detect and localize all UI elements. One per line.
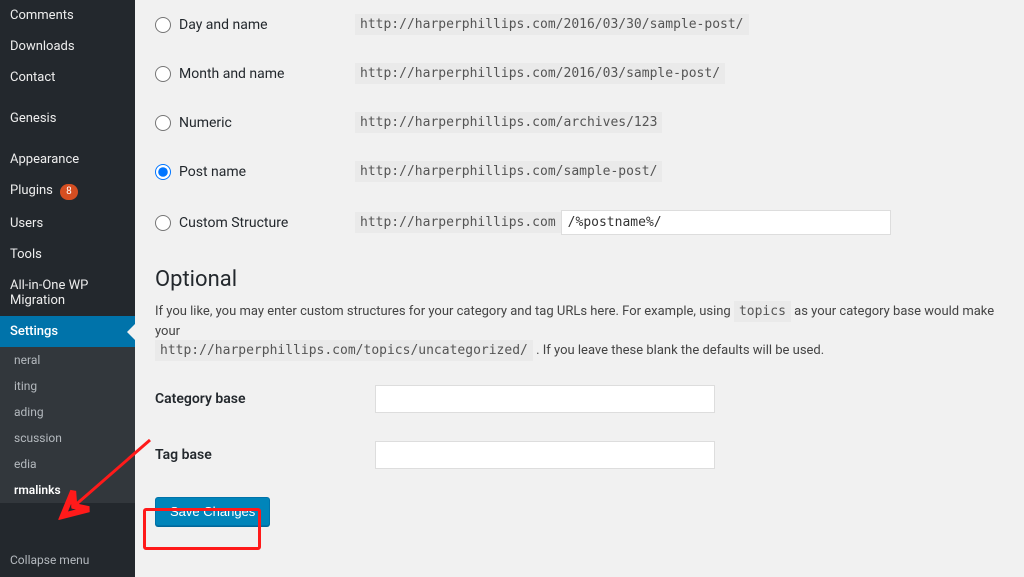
permalink-example: http://harperphillips.com/archives/123: [355, 112, 662, 133]
radio-input-day-and-name[interactable]: [155, 17, 171, 33]
collapse-menu[interactable]: Collapse menu: [0, 543, 135, 577]
optional-description: If you like, you may enter custom struct…: [155, 302, 1004, 361]
sidebar-item-settings[interactable]: Settings: [0, 316, 135, 347]
sidebar-item-appearance[interactable]: Appearance: [0, 144, 135, 175]
sidebar-item-contact[interactable]: Contact: [0, 62, 135, 93]
radio-label-text: Day and name: [179, 17, 268, 33]
radio-label-text: Post name: [179, 164, 246, 180]
sidebar-sub-general[interactable]: neral: [0, 347, 135, 373]
tag-base-label: Tag base: [155, 447, 375, 463]
category-base-label: Category base: [155, 391, 375, 407]
radio-post-name[interactable]: Post name: [155, 164, 355, 180]
sidebar-sub-reading[interactable]: ading: [0, 399, 135, 425]
sidebar-item-tools[interactable]: Tools: [0, 239, 135, 270]
radio-input-custom-structure[interactable]: [155, 215, 171, 231]
sidebar-item-downloads[interactable]: Downloads: [0, 31, 135, 62]
sidebar-sub-discussion[interactable]: scussion: [0, 425, 135, 451]
permalink-example: http://harperphillips.com/2016/03/30/sam…: [355, 14, 749, 35]
radio-numeric[interactable]: Numeric: [155, 115, 355, 131]
permalink-example: http://harperphillips.com/2016/03/sample…: [355, 63, 725, 84]
category-base-input[interactable]: [375, 385, 715, 413]
code-example-topics: topics: [734, 301, 791, 322]
sidebar-item-migration[interactable]: All-in-One WP Migration: [0, 270, 135, 316]
sidebar-item-genesis[interactable]: Genesis: [0, 103, 135, 134]
admin-sidebar: Comments Downloads Contact Genesis Appea…: [0, 0, 135, 577]
radio-custom-structure[interactable]: Custom Structure: [155, 215, 355, 231]
sidebar-sub-permalinks[interactable]: rmalinks: [0, 477, 135, 503]
sidebar-sub-writing[interactable]: iting: [0, 373, 135, 399]
sidebar-item-plugins[interactable]: Plugins 8: [0, 175, 135, 208]
radio-input-numeric[interactable]: [155, 115, 171, 131]
sidebar-item-comments[interactable]: Comments: [0, 0, 135, 31]
custom-prefix: http://harperphillips.com: [355, 212, 561, 233]
radio-month-and-name[interactable]: Month and name: [155, 66, 355, 82]
custom-structure-input[interactable]: [561, 210, 891, 235]
code-example-url: http://harperphillips.com/topics/uncateg…: [155, 340, 533, 361]
radio-label-text: Month and name: [179, 66, 284, 82]
sidebar-item-label: Plugins: [10, 183, 53, 198]
radio-label-text: Custom Structure: [179, 215, 288, 231]
radio-input-post-name[interactable]: [155, 164, 171, 180]
sidebar-item-users[interactable]: Users: [0, 208, 135, 239]
main-content: Day and name http://harperphillips.com/2…: [135, 0, 1024, 577]
sidebar-sub-media[interactable]: edia: [0, 451, 135, 477]
radio-input-month-and-name[interactable]: [155, 66, 171, 82]
radio-day-and-name[interactable]: Day and name: [155, 17, 355, 33]
plugin-update-badge: 8: [60, 184, 78, 200]
radio-label-text: Numeric: [179, 115, 232, 131]
permalink-example: http://harperphillips.com/sample-post/: [355, 161, 662, 182]
tag-base-input[interactable]: [375, 441, 715, 469]
optional-heading: Optional: [155, 267, 1004, 292]
save-changes-button[interactable]: Save Changes: [155, 497, 270, 526]
